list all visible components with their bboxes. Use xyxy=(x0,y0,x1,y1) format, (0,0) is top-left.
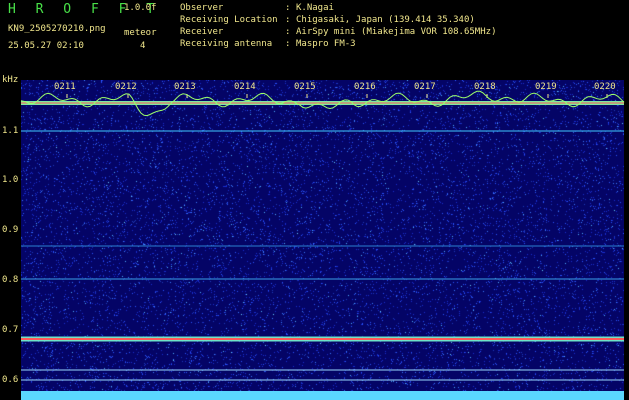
time-tick-0214: 0214 xyxy=(234,82,256,92)
time-tick-0211: 0211 xyxy=(54,82,76,92)
time-tick-0220: 0220 xyxy=(594,82,616,92)
plot-overlay xyxy=(20,90,625,400)
bottom-strip xyxy=(21,391,624,400)
y-tick-0-7: 0.7 xyxy=(2,325,19,335)
y-tick-1-0: 1.0 xyxy=(2,175,19,185)
time-tick-0215: 0215 xyxy=(294,82,316,92)
spectrogram-window: { "header": { "title": "H R O F F T", "v… xyxy=(0,0,629,400)
time-tick-0217: 0217 xyxy=(414,82,436,92)
time-tick-0213: 0213 xyxy=(174,82,196,92)
y-tick-0-9: 0.9 xyxy=(2,225,19,235)
time-tick-0212: 0212 xyxy=(115,82,137,92)
time-tick-0219: 0219 xyxy=(535,82,557,92)
y-tick-0-6: 0.6 xyxy=(2,375,19,385)
time-tick-0216: 0216 xyxy=(354,82,376,92)
y-tick-1-1: 1.1 xyxy=(2,126,19,136)
y-tick-0-8: 0.8 xyxy=(2,275,19,285)
time-tick-0218: 0218 xyxy=(474,82,496,92)
y-unit-label: kHz xyxy=(2,75,19,85)
